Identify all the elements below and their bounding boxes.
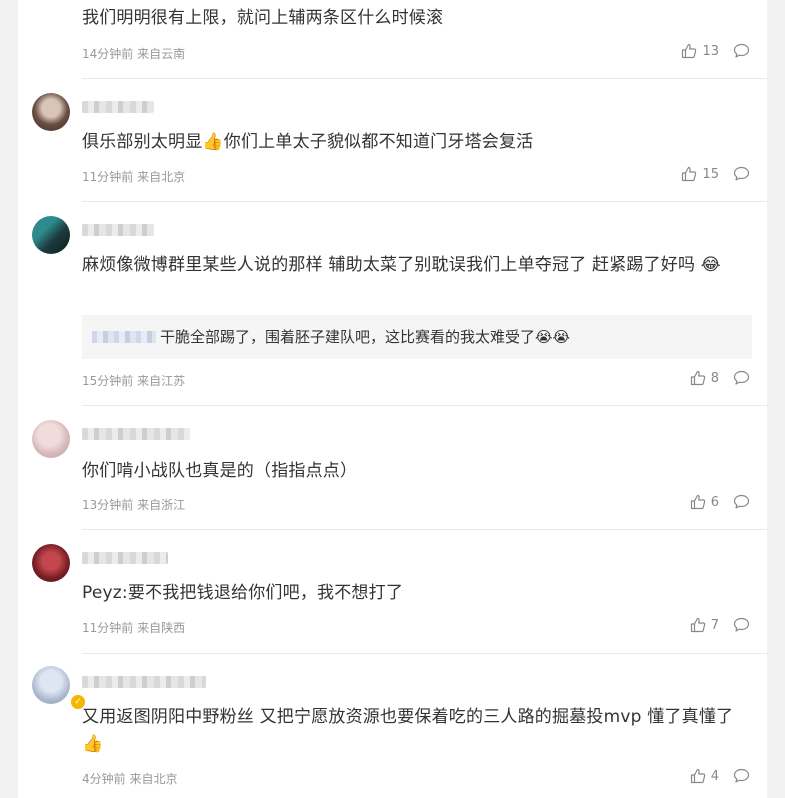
comment-text: 又用返图阴阳中野粉丝 又把宁愿放资源也要保着吃的三人路的掘墓投mvp 懂了真懂了… [82,707,734,754]
speech-bubble-icon[interactable] [733,370,751,386]
comment-text: Peyz:要不我把钱退给你们吧，我不想打了 [82,583,404,603]
comment-meta: 15分钟前 来自江苏 [82,374,186,388]
comment-meta: 11分钟前 来自北京 [82,170,186,184]
like-button[interactable]: 6 [690,494,719,510]
comment-text: 我们明明很有上限，就问上辅两条区什么时候滚 [82,8,444,28]
thumbs-up-icon [690,617,706,633]
comment-item: 麻烦像微博群里某些人说的那样 辅助太菜了别耽误我们上单夺冠了 赶紧踢了好吗 😂 … [18,202,767,406]
sub-reply[interactable]: 干脆全部踢了，围着胚子建队吧，这比赛看的我太难受了😭😭 [82,315,752,359]
like-button[interactable]: 4 [690,768,719,784]
comment-actions: 8 [690,370,751,386]
comment-item: Peyz:要不我把钱退给你们吧，我不想打了 11分钟前 来自陕西 7 [18,530,767,654]
comment-text: 麻烦像微博群里某些人说的那样 辅助太菜了别耽误我们上单夺冠了 赶紧踢了好吗 😂 [82,255,721,275]
avatar[interactable] [32,544,70,582]
like-count: 6 [710,494,719,510]
speech-bubble-icon[interactable] [733,43,751,59]
speech-bubble-icon[interactable] [733,768,751,784]
like-count: 7 [710,617,719,633]
thumbs-up-icon [690,768,706,784]
comment-item: 俱乐部别太明显👍你们上单太子貌似都不知道门牙塔会复活 11分钟前 来自北京 15 [18,79,767,202]
comment-text: 你们啃小战队也真是的（指指点点） [82,461,358,481]
comment-list: 我们明明很有上限，就问上辅两条区什么时候滚 14分钟前 来自云南 13 俱乐部别… [18,0,767,798]
speech-bubble-icon[interactable] [733,617,751,633]
comment-meta: 14分钟前 来自云南 [82,47,186,61]
comment-item: 你们啃小战队也真是的（指指点点） 13分钟前 来自浙江 6 [18,406,767,530]
sub-reply-text: 干脆全部踢了，围着胚子建队吧，这比赛看的我太难受了😭😭 [160,328,571,346]
like-count: 13 [702,43,719,59]
comment-meta: 11分钟前 来自陕西 [82,621,186,635]
username[interactable] [82,224,154,236]
like-button[interactable]: 13 [681,43,719,59]
thumbs-up-icon [681,43,697,59]
avatar[interactable] [32,93,70,131]
thumbs-up-icon [690,370,706,386]
comment-actions: 6 [690,494,751,510]
thumbs-up-icon [690,494,706,510]
comment-meta: 13分钟前 来自浙江 [82,498,186,512]
like-count: 15 [702,166,719,182]
like-button[interactable]: 15 [681,166,719,182]
like-button[interactable]: 7 [690,617,719,633]
avatar[interactable] [32,420,70,458]
comment-meta: 4分钟前 来自北京 [82,772,178,786]
comment-item: ✓ 又用返图阴阳中野粉丝 又把宁愿放资源也要保着吃的三人路的掘墓投mvp 懂了真… [18,654,767,798]
comment-actions: 4 [690,768,751,784]
comment-actions: 7 [690,617,751,633]
comment-item: 我们明明很有上限，就问上辅两条区什么时候滚 14分钟前 来自云南 13 [18,0,767,79]
speech-bubble-icon[interactable] [733,166,751,182]
username[interactable] [82,552,168,564]
like-count: 8 [710,370,719,386]
avatar[interactable] [32,666,70,704]
like-button[interactable]: 8 [690,370,719,386]
avatar[interactable] [32,216,70,254]
username[interactable] [82,101,154,113]
like-count: 4 [710,768,719,784]
comment-actions: 15 [681,166,751,182]
username[interactable] [82,676,206,688]
username[interactable] [82,428,190,440]
sub-reply-username[interactable] [92,331,156,343]
comment-actions: 13 [681,43,751,59]
speech-bubble-icon[interactable] [733,494,751,510]
comment-text: 俱乐部别太明显👍你们上单太子貌似都不知道门牙塔会复活 [82,132,534,152]
thumbs-up-icon [681,166,697,182]
